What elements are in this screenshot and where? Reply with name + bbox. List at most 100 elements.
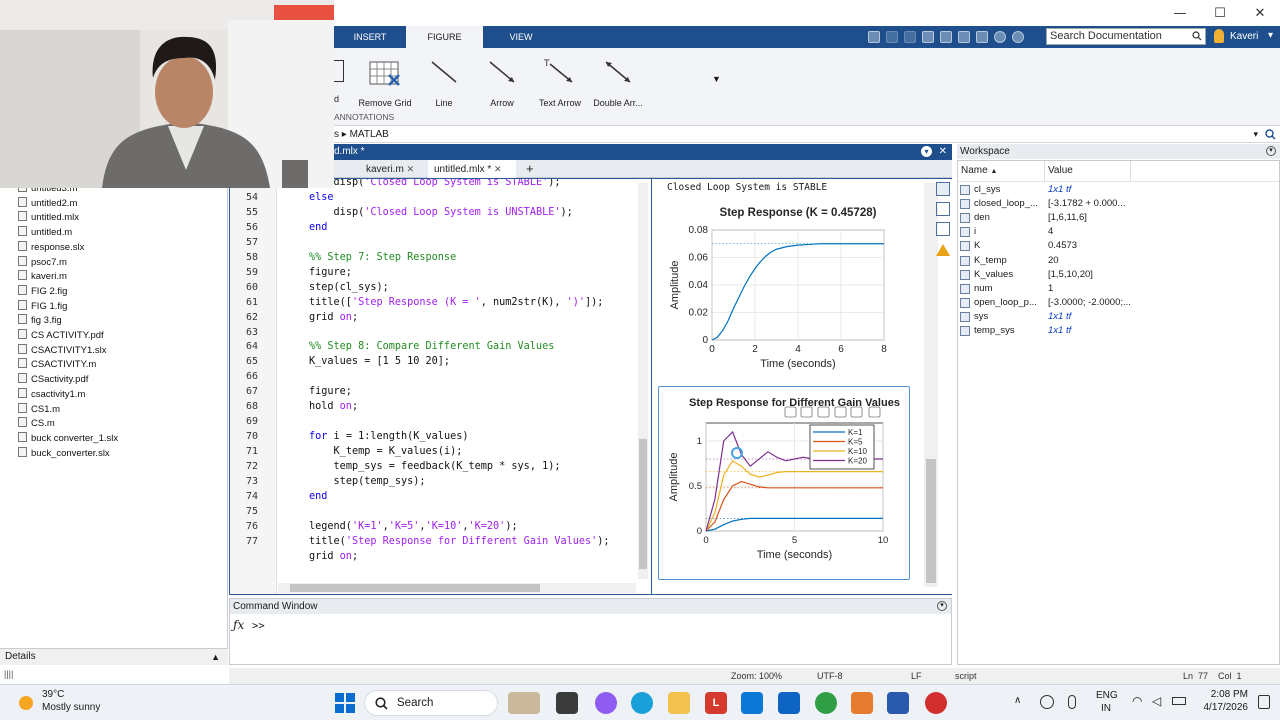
copilot-icon[interactable] (595, 692, 617, 714)
file-explorer-icon[interactable] (668, 692, 690, 714)
taskbar-l-app-icon[interactable]: L (705, 692, 727, 714)
tab-kaveri-m[interactable]: kaveri.m ✕ (360, 160, 432, 178)
help-icon[interactable] (994, 31, 1006, 43)
workspace-name-header[interactable]: Name ▲ (961, 165, 997, 176)
code-line[interactable]: step(cl_sys); (309, 282, 389, 293)
code-line[interactable]: K_values = [1 5 10 20]; (309, 356, 450, 367)
hide-code-icon[interactable] (936, 222, 950, 236)
code-line[interactable]: grid on; (309, 312, 358, 323)
brush-icon[interactable] (800, 406, 813, 418)
code-line[interactable]: disp('Closed Loop System is UNSTABLE'); (309, 207, 573, 218)
figure-2-frame[interactable]: 0 5 10 0 0.5 1 Step Response for Different Gai… (658, 386, 910, 580)
file-list-scroll-grip[interactable]: |||| (4, 669, 18, 681)
editor-close-icon[interactable]: ✕ (939, 144, 947, 160)
tab-figure[interactable]: FIGURE (406, 26, 483, 48)
word-icon[interactable] (887, 692, 909, 714)
code-line[interactable]: %% Step 7: Step Response (309, 252, 456, 263)
workspace-variable-row[interactable]: open_loop_p... [-3.0000; -2.0000;... (960, 296, 1278, 310)
live-editor[interactable]: 5354555657585960616263646566676869707172… (229, 177, 652, 595)
maximize-icon[interactable]: ☐ (1200, 0, 1240, 26)
file-item[interactable]: FIG 1.fig (18, 299, 67, 315)
code-line[interactable]: title(['Step Response (K = ', num2str(K)… (309, 297, 603, 308)
chrome-icon[interactable] (815, 692, 837, 714)
command-window[interactable]: Command Window ▾ ƒx >> (229, 598, 952, 665)
code-line[interactable]: step(temp_sys); (309, 476, 426, 487)
output-scroll-thumb[interactable] (926, 459, 936, 583)
file-item[interactable]: buck converter_1.slx (18, 431, 118, 447)
current-folder-bar[interactable]: s ▸ MATLAB ▾ (334, 126, 1280, 143)
windows-start-icon[interactable] (334, 692, 356, 714)
file-item[interactable]: CSACTIVITY.m (18, 358, 96, 373)
workspace-variable-row[interactable]: K 0.4573 (960, 239, 1278, 253)
store-icon[interactable] (778, 692, 800, 714)
workspace-variable-row[interactable]: closed_loop_... [-3.1782 + 0.000... (960, 197, 1278, 211)
folder-search-icon[interactable] (1265, 129, 1276, 140)
user-account-menu[interactable]: Kaveri (1230, 26, 1258, 48)
code-line[interactable]: legend('K=1','K=5','K=10','K=20'); (309, 521, 518, 532)
edge-icon[interactable] (631, 692, 653, 714)
ribbon-collapse-icon[interactable]: ▾ (1268, 30, 1273, 41)
close-window-icon[interactable]: ✕ (1240, 0, 1280, 26)
file-item[interactable]: untitled2.m (18, 196, 77, 212)
redo-icon[interactable] (958, 31, 970, 43)
editor-horizontal-scrollbar[interactable] (278, 583, 636, 593)
input-region[interactable]: IN (1101, 703, 1111, 714)
zoom-in-icon[interactable] (834, 406, 847, 418)
details-panel-header[interactable]: Details ▲ (0, 648, 228, 665)
weather-description[interactable]: Mostly sunny (42, 702, 100, 713)
address-dropdown-icon[interactable]: ▾ (1253, 126, 1258, 143)
tab-close-icon[interactable]: ✕ (407, 164, 415, 174)
output-inline-icon[interactable] (936, 182, 950, 196)
code-line[interactable]: title('Step Response for Different Gain … (309, 536, 610, 547)
file-item[interactable]: csactivity1.m (18, 387, 85, 403)
code-line[interactable]: hold on; (309, 401, 358, 412)
show-hidden-icons[interactable]: ∧ (1014, 695, 1021, 706)
warning-icon[interactable] (936, 244, 950, 256)
file-item[interactable]: CSactivity.pdf (18, 373, 88, 388)
new-tab-icon[interactable]: + (520, 160, 542, 178)
code-line[interactable]: else (309, 192, 334, 203)
notification-icon[interactable] (1258, 695, 1270, 709)
cut-icon[interactable] (886, 31, 898, 43)
file-item[interactable]: response.slx (18, 240, 84, 256)
file-item[interactable]: CS1.m (18, 402, 60, 418)
undo-icon[interactable] (940, 31, 952, 43)
workspace-variable-row[interactable]: cl_sys 1x1 tf (960, 183, 1278, 197)
h-scroll-thumb[interactable] (290, 584, 540, 592)
code-line[interactable]: figure; (309, 386, 352, 397)
gain-comparison-chart[interactable]: 0 5 1000.51Step Response for Different Gai… (659, 387, 909, 579)
file-item[interactable]: untitled.mlx (18, 211, 79, 226)
status-mode[interactable]: script (955, 668, 977, 684)
save-icon[interactable] (868, 31, 880, 43)
file-item[interactable]: CSACTIVITY1.slx (18, 343, 107, 359)
clock-time[interactable]: 2:08 PM (1196, 689, 1248, 700)
code-line[interactable]: %% Step 8: Compare Different Gain Values (309, 341, 554, 352)
tab-untitled-mlx[interactable]: untitled.mlx * ✕ (428, 160, 516, 178)
status-zoom[interactable]: Zoom: 100% (731, 668, 782, 684)
workspace-value-header[interactable]: Value (1048, 165, 1073, 176)
double-arrow-button[interactable]: Double Arr... (590, 56, 646, 112)
arrow-button[interactable]: Arrow (480, 56, 524, 112)
file-item[interactable]: fig 3.fig (18, 314, 62, 329)
taskbar-search-box[interactable]: Search (364, 690, 498, 716)
wifi-icon[interactable]: ◠ (1132, 694, 1142, 708)
weather-temperature[interactable]: 39°C (42, 689, 64, 700)
expand-details-icon[interactable]: ▲ (211, 649, 220, 665)
home-icon[interactable] (868, 406, 881, 418)
zoom-out-icon[interactable] (850, 406, 863, 418)
file-item[interactable]: kaveri.m (18, 270, 67, 285)
tab-view[interactable]: VIEW (483, 26, 559, 48)
volume-icon[interactable]: ◁ (1152, 694, 1161, 708)
remove-grid-button[interactable]: Remove Grid (356, 56, 414, 112)
tab-close-icon[interactable]: ✕ (494, 164, 502, 174)
copy-icon[interactable] (904, 31, 916, 43)
ribbon-expand-icon[interactable]: ▼ (712, 74, 721, 84)
taskbar-app-icon[interactable] (741, 692, 763, 714)
tab-insert[interactable]: INSERT (334, 26, 406, 48)
file-item[interactable]: CS.m (18, 417, 55, 432)
breadcrumb-matlab[interactable]: MATLAB (350, 129, 389, 140)
battery-icon[interactable] (1172, 697, 1186, 705)
file-item[interactable]: FIG 2.fig (18, 284, 67, 300)
workspace-actions-icon[interactable]: ▾ (1266, 146, 1276, 156)
workspace-variable-row[interactable]: num 1 (960, 282, 1278, 296)
